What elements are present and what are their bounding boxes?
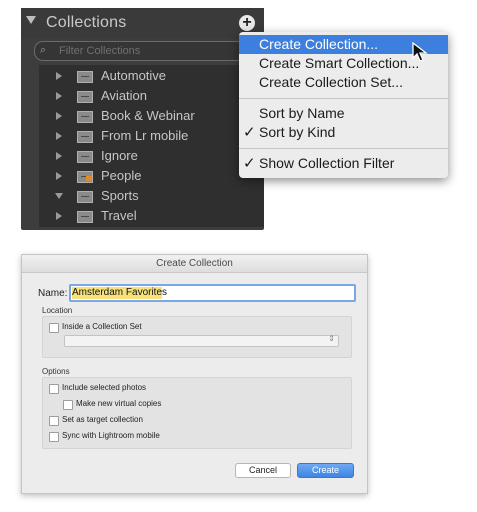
disclosure-triangle-icon[interactable] (56, 172, 62, 180)
include-selected-photos-checkbox[interactable] (49, 384, 59, 394)
collection-set-select[interactable]: ⇕ (64, 334, 339, 347)
dialog-title: Create Collection (156, 258, 233, 269)
cancel-button[interactable]: Cancel (235, 463, 291, 478)
location-section-label: Location (42, 306, 73, 315)
menu-separator (239, 98, 448, 99)
make-virtual-copies-checkbox[interactable] (63, 400, 73, 410)
collection-label: From Lr mobile (101, 128, 189, 143)
menu-item-label: Create Collection... (259, 36, 379, 52)
collection-icon (77, 131, 93, 143)
collection-icon (77, 71, 93, 83)
mouse-pointer-icon (412, 42, 428, 62)
collection-label: Book & Webinar (101, 108, 195, 123)
options-section-label: Options (42, 367, 70, 376)
checkmark-icon: ✓ (243, 155, 256, 172)
collection-label: Ignore (101, 148, 138, 163)
dialog-titlebar[interactable]: Create Collection (22, 255, 367, 273)
disclosure-triangle-icon[interactable] (56, 72, 62, 80)
menu-item-create-collection-set[interactable]: Create Collection Set... (239, 73, 448, 92)
collection-icon (77, 111, 93, 123)
collection-icon (77, 211, 93, 223)
set-as-target-checkbox[interactable] (49, 416, 59, 426)
disclosure-triangle-icon[interactable] (56, 212, 62, 220)
collection-label: Automotive (101, 68, 167, 83)
collection-icon (77, 91, 93, 103)
include-selected-photos-label: Include selected photos (62, 383, 147, 392)
collection-row-sports[interactable]: Sports (39, 186, 264, 206)
collection-row-aviation[interactable]: Aviation (39, 86, 264, 106)
panel-header[interactable]: Collections + (21, 8, 264, 38)
sync-lightroom-mobile-checkbox[interactable] (49, 432, 59, 442)
create-button[interactable]: Create (297, 463, 354, 478)
options-group: Include selected photos Make new virtual… (42, 377, 352, 449)
make-virtual-copies-label: Make new virtual copies (76, 399, 162, 408)
sync-lightroom-mobile-label: Sync with Lightroom mobile (62, 431, 160, 440)
collections-panel: Collections + ⌕ Automotive Aviation Book… (21, 8, 264, 230)
menu-item-label: Create Smart Collection... (259, 55, 420, 71)
disclosure-triangle-open-icon[interactable] (55, 193, 63, 199)
menu-item-sort-by-name[interactable]: Sort by Name (239, 104, 448, 123)
disclosure-triangle-icon[interactable] (56, 152, 62, 160)
collection-label: Travel (101, 208, 137, 223)
collection-row-automotive[interactable]: Automotive (39, 66, 264, 86)
collection-row-from-lr-mobile[interactable]: From Lr mobile (39, 126, 264, 146)
collection-label: Aviation (101, 88, 148, 103)
collection-row-people[interactable]: People (39, 166, 264, 186)
collection-icon (77, 191, 93, 203)
menu-item-label: Sort by Kind (259, 124, 336, 140)
disclosure-triangle-icon[interactable] (56, 92, 62, 100)
disclosure-triangle-icon[interactable] (56, 112, 62, 120)
menu-item-label: Sort by Name (259, 105, 345, 121)
collection-name-input[interactable] (69, 284, 356, 302)
people-badge-icon (86, 176, 92, 181)
name-label: Name: (38, 288, 68, 299)
collection-row-ignore[interactable]: Ignore (39, 146, 264, 166)
collection-row-travel[interactable]: Travel (39, 206, 264, 226)
inside-collection-set-label: Inside a Collection Set (62, 322, 142, 331)
search-icon: ⌕ (40, 44, 47, 56)
menu-separator (239, 148, 448, 149)
panel-title: Collections (46, 14, 127, 31)
menu-item-sort-by-kind[interactable]: ✓ Sort by Kind (239, 123, 448, 142)
menu-item-label: Show Collection Filter (259, 155, 395, 171)
collection-label: People (101, 168, 142, 183)
menu-item-show-collection-filter[interactable]: ✓ Show Collection Filter (239, 154, 448, 173)
set-as-target-label: Set as target collection (62, 415, 143, 424)
create-collection-dialog: Create Collection Name: Amsterdam Favori… (21, 254, 368, 494)
collection-label: Sports (101, 188, 139, 203)
disclosure-triangle-icon[interactable] (56, 132, 62, 140)
checkmark-icon: ✓ (243, 124, 256, 141)
filter-collections-field[interactable]: ⌕ (34, 41, 258, 61)
inside-collection-set-checkbox[interactable] (49, 323, 59, 333)
collection-row-book-webinar[interactable]: Book & Webinar (39, 106, 264, 126)
add-collection-button[interactable]: + (239, 15, 255, 31)
collection-tree: Automotive Aviation Book & Webinar From … (39, 65, 264, 227)
collection-icon (77, 151, 93, 163)
collapse-triangle-icon[interactable] (26, 16, 36, 24)
filter-collections-input[interactable] (59, 43, 209, 58)
menu-item-label: Create Collection Set... (259, 74, 403, 90)
select-arrows-icon: ⇕ (328, 334, 335, 343)
